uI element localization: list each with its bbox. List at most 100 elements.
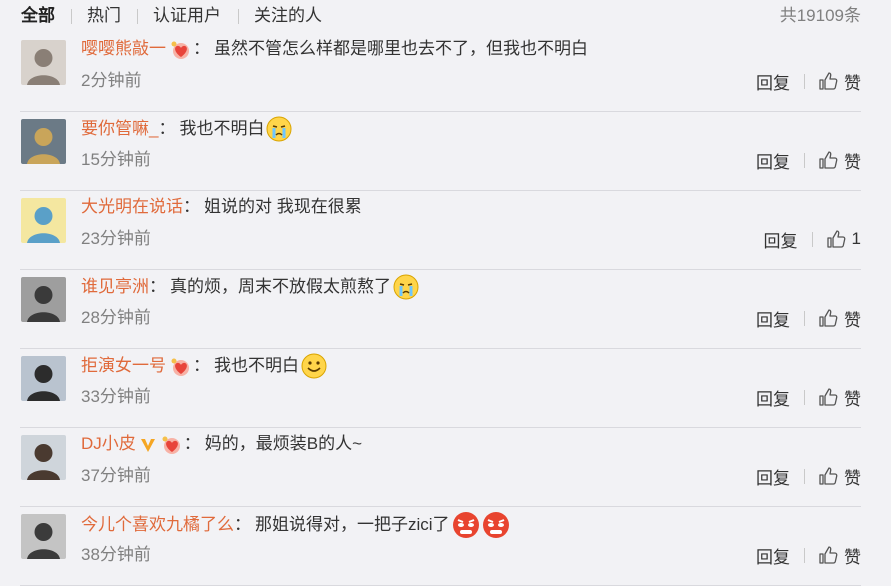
comment-line: 要你管嘛_：我也不明白: [81, 116, 292, 142]
like-label: 赞: [844, 310, 861, 330]
comment-actions: 回复 赞: [756, 69, 861, 93]
action-divider: [804, 152, 805, 168]
like-label: 赞: [844, 389, 861, 409]
colon: ：: [193, 356, 210, 375]
like-count: 1: [851, 229, 861, 248]
comment-text: 我也不明白: [214, 356, 299, 375]
tab-verified-users[interactable]: 认证用户: [153, 5, 221, 27]
colon: ：: [183, 197, 200, 216]
avatar[interactable]: [21, 277, 66, 322]
action-divider: [804, 547, 805, 563]
comment-line: 嘤嘤熊敲一 ：虽然不管怎么样都是哪里也去不了，但我也不明白: [81, 37, 588, 61]
tab-all[interactable]: 全部: [21, 5, 55, 27]
thumbs-up-icon: [818, 387, 844, 407]
comment-item: 嘤嘤熊敲一 ：虽然不管怎么样都是哪里也去不了，但我也不明白 2分钟前 回复 赞: [0, 33, 891, 112]
reply-button[interactable]: 回复: [756, 543, 790, 568]
comment-text: 我也不明白: [179, 119, 265, 138]
comment-username[interactable]: DJ小皮: [81, 432, 136, 456]
colon: ：: [193, 39, 210, 58]
like-label: 赞: [844, 73, 861, 93]
comment-line: DJ小皮 ：妈的，最烦装B的人~: [81, 432, 362, 456]
comment-actions: 回复 赞: [756, 306, 861, 330]
avatar[interactable]: [21, 435, 66, 480]
like-button[interactable]: 赞: [818, 385, 861, 410]
tab-following[interactable]: 关注的人: [254, 5, 322, 27]
like-button[interactable]: 赞: [818, 464, 861, 489]
reply-button[interactable]: 回复: [756, 464, 790, 489]
reply-button[interactable]: 回复: [756, 148, 790, 173]
comment-line: 大光明在说话：姐说的对 我现在很累: [81, 195, 362, 219]
comment-filter-tabs: 全部 热门 认证用户 关注的人 共19109条: [0, 0, 891, 34]
colon: ：: [158, 119, 176, 138]
like-button[interactable]: 赞: [818, 69, 861, 94]
thumbs-up-icon: [818, 545, 844, 565]
comment-time: 23分钟前: [81, 229, 151, 248]
reply-button[interactable]: 回复: [764, 227, 798, 252]
comment-time: 28分钟前: [81, 308, 151, 327]
comment-text: 真的烦，周末不放假太煎熬了: [170, 277, 391, 296]
heart-badge-icon: [166, 37, 193, 61]
comment-actions: 回复 1: [764, 227, 861, 251]
comment-text: 妈的，最烦装B的人~: [204, 434, 363, 453]
comment-text: 虽然不管怎么样都是哪里也去不了，但我也不明白: [214, 39, 588, 58]
colon: ：: [149, 277, 166, 296]
comment-actions: 回复 赞: [756, 543, 861, 567]
tab-divider: [238, 9, 239, 24]
thumbs-up-icon: [818, 308, 844, 328]
like-label: 赞: [844, 468, 861, 488]
thumbs-up-icon: [818, 466, 844, 486]
like-button[interactable]: 1: [826, 229, 861, 249]
like-button[interactable]: 赞: [818, 306, 861, 331]
comment-time: 15分钟前: [81, 150, 151, 169]
action-divider: [811, 231, 813, 247]
comment-username[interactable]: 要你管嘛_: [81, 117, 158, 141]
comment-actions: 回复 赞: [756, 464, 861, 488]
avatar[interactable]: [21, 198, 66, 243]
comment-item: 拒演女一号 ：我也不明白 33分钟前 回复 赞: [0, 349, 891, 428]
avatar[interactable]: [21, 119, 66, 164]
tab-divider: [71, 9, 72, 24]
comment-username[interactable]: 拒演女一号: [81, 354, 166, 378]
comment-time: 2分钟前: [81, 71, 142, 90]
comment-line: 拒演女一号 ：我也不明白: [81, 353, 327, 379]
action-divider: [804, 468, 805, 484]
comment-username[interactable]: 嘤嘤熊敲一: [81, 37, 166, 61]
thumbs-up-icon: [826, 229, 852, 249]
comment-item: 大光明在说话：姐说的对 我现在很累 23分钟前 回复 1: [0, 191, 891, 270]
reply-button[interactable]: 回复: [756, 385, 790, 410]
like-button[interactable]: 赞: [818, 543, 861, 568]
comment-time: 33分钟前: [81, 387, 151, 406]
crying-emoji-icon: [391, 274, 419, 300]
colon: ：: [183, 434, 201, 453]
colon: ：: [234, 515, 251, 534]
comment-item: 谁见亭洲：真的烦，周末不放假太煎熬了 28分钟前 回复 赞: [0, 270, 891, 349]
avatar[interactable]: [21, 514, 66, 559]
comment-item: 要你管嘛_：我也不明白 15分钟前 回复 赞: [0, 112, 891, 191]
like-label: 赞: [844, 152, 861, 172]
comment-username[interactable]: 谁见亭洲: [81, 275, 149, 299]
action-divider: [804, 73, 805, 89]
avatar[interactable]: [21, 40, 66, 85]
angry-emoji-icon: [450, 511, 480, 539]
reply-button[interactable]: 回复: [756, 306, 790, 331]
thumbs-up-icon: [818, 71, 844, 91]
comment-line: 今儿个喜欢九橘了么：那姐说得对，一把子zici了: [81, 511, 510, 539]
action-divider: [804, 310, 805, 326]
comment-time: 37分钟前: [81, 466, 151, 485]
tab-divider: [137, 9, 138, 24]
comment-time: 38分钟前: [81, 545, 151, 564]
heart-badge-icon: [166, 354, 193, 378]
like-button[interactable]: 赞: [818, 148, 861, 173]
tab-hot[interactable]: 热门: [87, 5, 121, 27]
reply-button[interactable]: 回复: [756, 69, 790, 94]
smile-emoji-icon: [299, 353, 327, 379]
avatar[interactable]: [21, 356, 66, 401]
comment-actions: 回复 赞: [756, 385, 861, 409]
comment-total-count: 共19109条: [779, 6, 861, 25]
comment-item: 今儿个喜欢九橘了么：那姐说得对，一把子zici了 38分钟前 回复 赞: [0, 507, 891, 586]
comment-username[interactable]: 今儿个喜欢九橘了么: [81, 513, 234, 537]
comment-actions: 回复 赞: [756, 148, 861, 172]
comment-item: DJ小皮 ：妈的，最烦装B的人~ 37分钟前 回复 赞: [0, 428, 891, 507]
vip-v-icon: [136, 432, 157, 456]
comment-username[interactable]: 大光明在说话: [81, 195, 183, 219]
